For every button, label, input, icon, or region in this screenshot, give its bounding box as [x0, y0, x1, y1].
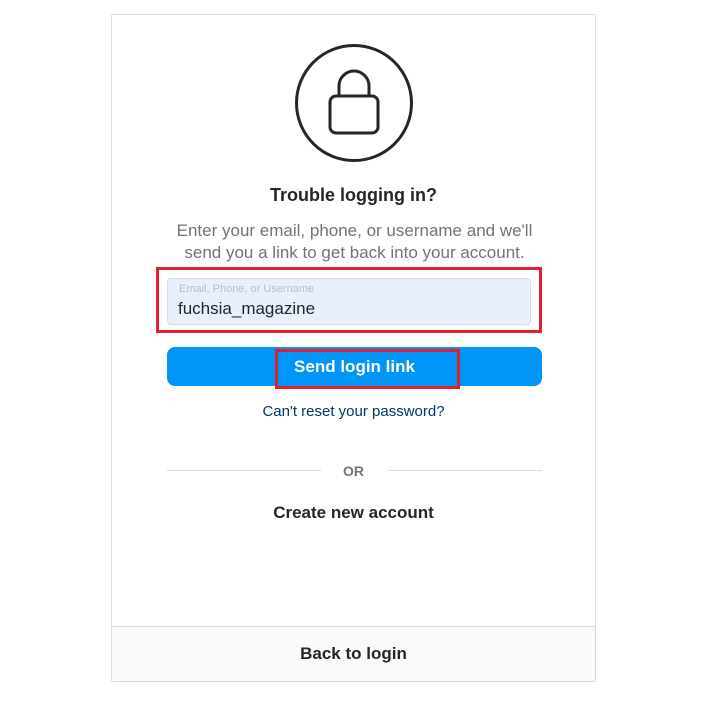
create-new-account-link[interactable]: Create new account: [112, 503, 595, 523]
or-separator: OR: [343, 463, 364, 479]
lock-icon: [295, 44, 413, 162]
back-to-login-button[interactable]: Back to login: [112, 626, 595, 681]
reset-password-card: Trouble logging in? Enter your email, ph…: [111, 14, 596, 682]
divider-right: [388, 470, 542, 471]
back-to-login-label: Back to login: [300, 644, 407, 663]
send-login-link-label: Send login link: [294, 357, 415, 376]
identifier-field[interactable]: Email, Phone, or Username: [167, 278, 531, 325]
send-login-link-button[interactable]: Send login link: [167, 347, 542, 386]
cant-reset-password-link[interactable]: Can't reset your password?: [112, 403, 595, 420]
identifier-field-label: Email, Phone, or Username: [179, 283, 315, 295]
page-title: Trouble logging in?: [270, 185, 437, 205]
identifier-input[interactable]: [178, 299, 518, 319]
instructions-text: Enter your email, phone, or username and…: [176, 221, 533, 262]
